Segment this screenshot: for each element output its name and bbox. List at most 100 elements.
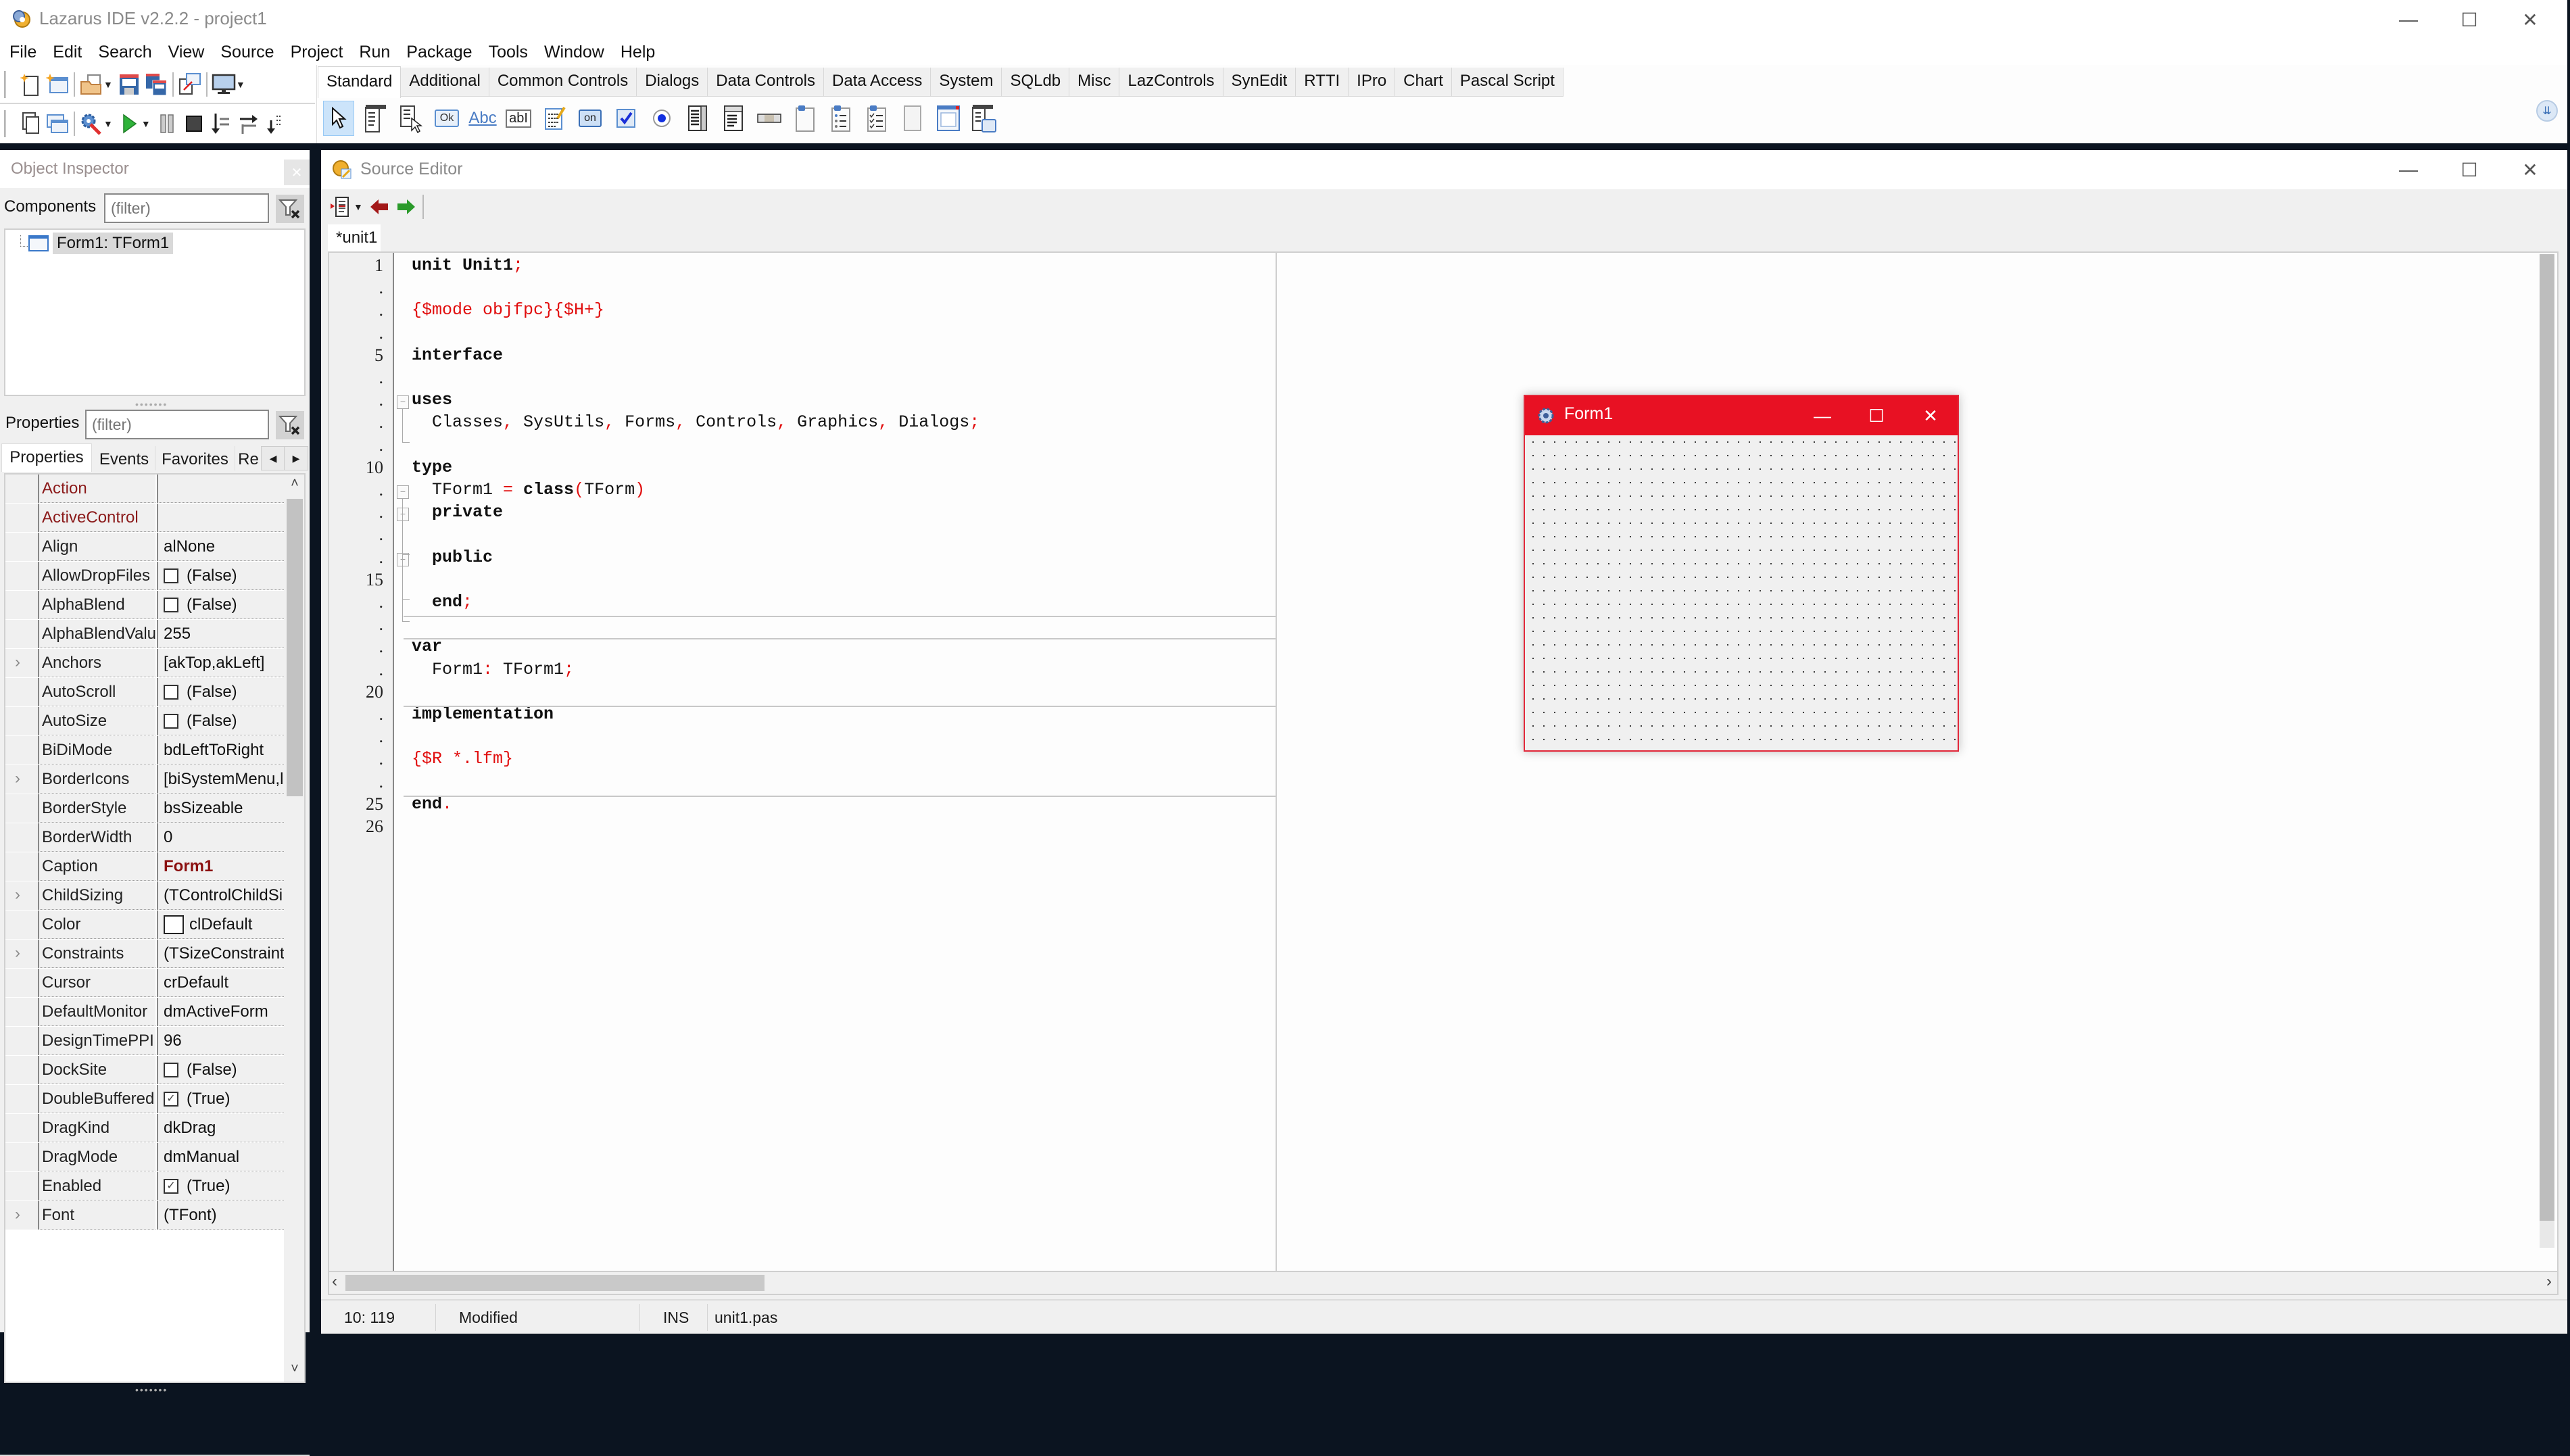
source-editor-minimize-button[interactable]: — <box>2378 150 2439 189</box>
palette-tab-misc[interactable]: Misc <box>1069 68 1120 96</box>
code-line[interactable]: public <box>412 548 493 567</box>
close-button[interactable]: ✕ <box>2500 0 2561 39</box>
fold-toggle-icon[interactable]: − <box>397 395 409 410</box>
stop-button[interactable] <box>182 110 206 137</box>
tabs-scroll-left-button[interactable]: ◀ <box>261 446 285 470</box>
property-row[interactable]: BiDiMode bdLeftToRight <box>5 736 284 765</box>
palette-tbutton[interactable]: Ok <box>432 101 462 135</box>
menu-window[interactable]: Window <box>536 43 612 62</box>
property-row[interactable]: Action <box>5 475 284 504</box>
property-row[interactable]: AlphaBlend (False) <box>5 591 284 620</box>
menu-project[interactable]: Project <box>283 43 351 62</box>
minimize-button[interactable]: — <box>2378 0 2439 39</box>
build-dropdown-icon[interactable]: ▼ <box>103 118 113 129</box>
jump-back-button[interactable] <box>367 193 391 220</box>
palette-tab-data-access[interactable]: Data Access <box>824 68 931 96</box>
code-line[interactable]: interface <box>412 345 503 365</box>
palette-tframe[interactable] <box>934 101 963 135</box>
property-grid-scrollbar[interactable]: ˄ ˅ <box>284 475 304 1382</box>
toggle-form-unit-button[interactable] <box>178 71 202 98</box>
form1-minimize-button[interactable]: — <box>1795 396 1849 435</box>
palette-tab-data-controls[interactable]: Data Controls <box>708 68 825 96</box>
checkbox-unchecked[interactable] <box>164 597 178 612</box>
expand-chevron-icon[interactable]: › <box>15 885 20 904</box>
palette-tactionlist[interactable] <box>969 101 999 135</box>
property-row[interactable]: Color clDefault <box>5 911 284 940</box>
palette-tpopupmenu[interactable] <box>396 101 426 135</box>
property-row[interactable]: Enabled ✓ (True) <box>5 1172 284 1201</box>
property-row[interactable]: › BorderIcons [biSystemMenu,l <box>5 765 284 794</box>
property-value[interactable]: dmActiveForm <box>157 998 284 1026</box>
checkbox-checked[interactable]: ✓ <box>164 1091 178 1107</box>
view-forms-dropdown-icon[interactable]: ▼ <box>236 79 245 90</box>
expand-chevron-icon[interactable]: › <box>15 944 20 963</box>
palette-tab-standard[interactable]: Standard <box>318 66 402 98</box>
code-line[interactable]: end; <box>412 592 472 612</box>
property-value[interactable]: clDefault <box>157 911 284 939</box>
property-value[interactable]: dkDrag <box>157 1114 284 1142</box>
property-value[interactable]: Form1 <box>157 852 284 881</box>
jump-forward-button[interactable] <box>394 193 418 220</box>
palette-tab-chart[interactable]: Chart <box>1395 68 1452 96</box>
palette-tpanel[interactable] <box>898 101 927 135</box>
expand-chevron-icon[interactable]: › <box>15 769 20 788</box>
property-row[interactable]: AlphaBlendValu 255 <box>5 620 284 649</box>
palette-tab-pascal-script[interactable]: Pascal Script <box>1452 68 1563 96</box>
property-row[interactable]: Align alNone <box>5 533 284 562</box>
view-forms-list-button[interactable] <box>45 110 70 137</box>
menu-search[interactable]: Search <box>90 43 160 62</box>
property-value[interactable]: bsSizeable <box>157 794 284 823</box>
fold-toggle-icon[interactable]: − <box>397 485 409 499</box>
palette-tab-additional[interactable]: Additional <box>401 68 489 96</box>
expand-chevron-icon[interactable]: › <box>15 1205 20 1224</box>
checkbox-unchecked[interactable] <box>164 568 178 583</box>
palette-tradiogroup[interactable] <box>826 101 856 135</box>
palette-tedit[interactable]: abI <box>504 101 533 135</box>
property-value[interactable]: (False) <box>157 707 284 735</box>
property-value[interactable]: [biSystemMenu,l <box>157 765 284 794</box>
palette-tab-sqldb[interactable]: SQLdb <box>1002 68 1070 96</box>
menu-file[interactable]: File <box>0 43 45 62</box>
chevron-right-icon[interactable]: › <box>2546 1272 2552 1291</box>
checkbox-unchecked[interactable] <box>164 684 178 700</box>
form1-close-button[interactable]: ✕ <box>1904 396 1958 435</box>
code-line[interactable]: {$R *.lfm} <box>412 749 513 769</box>
palette-expand-button[interactable]: ⇊ <box>2536 100 2558 122</box>
form-designer-window[interactable]: Form1 — ☐ ✕ <box>1524 395 1959 752</box>
code-line[interactable]: private <box>412 502 503 522</box>
menu-tools[interactable]: Tools <box>481 43 536 62</box>
property-value[interactable]: (TFont) <box>157 1201 284 1230</box>
property-row[interactable]: Caption Form1 <box>5 852 284 881</box>
property-row[interactable]: › Font (TFont) <box>5 1201 284 1230</box>
jump-to-button[interactable] <box>329 193 354 220</box>
property-row[interactable]: DragMode dmManual <box>5 1143 284 1172</box>
palette-ttogglebox[interactable]: on <box>575 101 605 135</box>
source-editor-close-button[interactable]: ✕ <box>2500 150 2561 189</box>
editor-vertical-scrollbar[interactable] <box>2540 254 2554 1248</box>
tab-restricted[interactable]: Re <box>235 446 262 470</box>
chevron-up-icon[interactable]: ˄ <box>287 476 303 496</box>
save-all-button[interactable] <box>144 71 168 98</box>
clear-properties-filter-button[interactable] <box>276 411 304 439</box>
tab-favorites[interactable]: Favorites <box>155 446 235 470</box>
scrollbar-thumb[interactable] <box>2540 254 2554 1221</box>
new-unit-button[interactable] <box>18 71 43 98</box>
view-units-button[interactable] <box>18 110 43 137</box>
run-button[interactable] <box>117 110 141 137</box>
property-row[interactable]: AllowDropFiles (False) <box>5 562 284 591</box>
editor-horizontal-scrollbar[interactable]: ‹ › <box>328 1272 2559 1295</box>
chevron-left-icon[interactable]: ‹ <box>332 1272 337 1291</box>
properties-filter-input[interactable] <box>85 410 269 439</box>
property-value[interactable]: (False) <box>157 1056 284 1084</box>
checkbox-checked[interactable]: ✓ <box>164 1178 178 1194</box>
property-row[interactable]: › Constraints (TSizeConstraints <box>5 940 284 969</box>
open-button[interactable] <box>79 71 103 98</box>
menu-source[interactable]: Source <box>212 43 282 62</box>
property-value[interactable]: 0 <box>157 823 284 852</box>
checkbox-unchecked[interactable] <box>164 1062 178 1077</box>
splitter-handle[interactable]: ••••••• <box>135 1384 168 1395</box>
palette-pointer[interactable] <box>323 101 354 136</box>
property-row[interactable]: BorderStyle bsSizeable <box>5 794 284 823</box>
code-line[interactable]: var <box>412 637 442 656</box>
toolbar-grip[interactable] <box>4 71 11 98</box>
